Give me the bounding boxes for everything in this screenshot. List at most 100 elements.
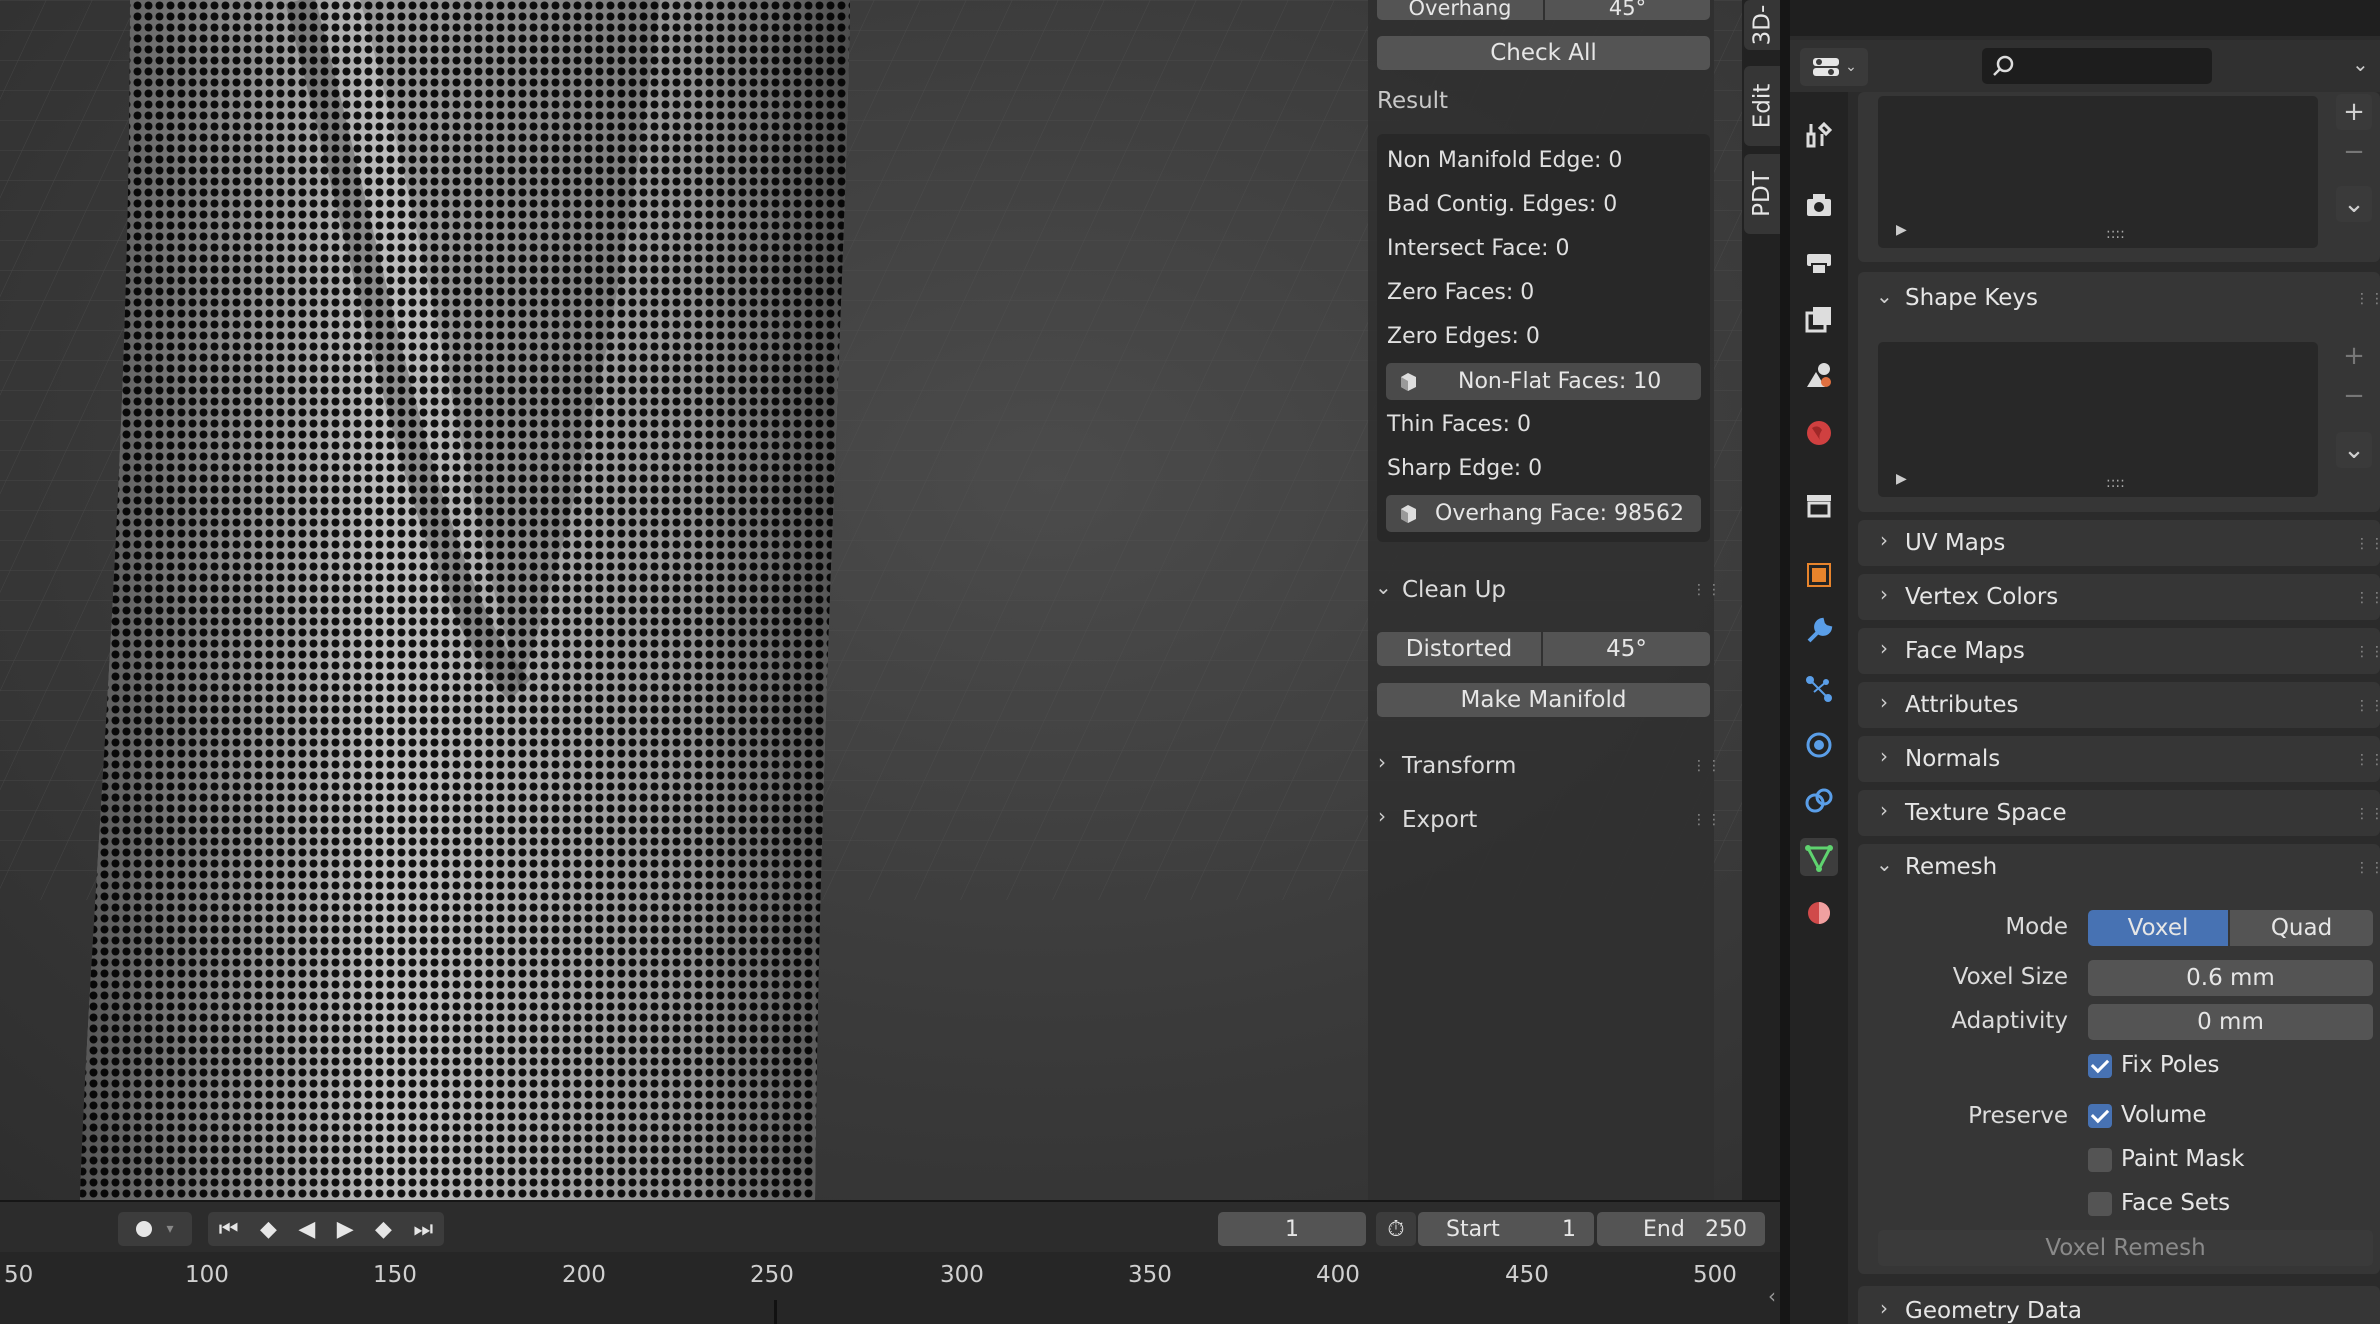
mode-quad-button[interactable]: Quad bbox=[2230, 910, 2373, 946]
make-manifold-button[interactable]: Make Manifold bbox=[1377, 683, 1710, 717]
resize-handle-icon[interactable]: :::: bbox=[2106, 475, 2125, 491]
overhang-face-label: Overhang Face: 98562 bbox=[1435, 501, 1684, 526]
drag-handle-icon[interactable]: ⋮⋮ bbox=[1692, 758, 1722, 774]
overhang-label-button[interactable]: Overhang bbox=[1377, 0, 1543, 20]
tab-constraints[interactable] bbox=[1800, 782, 1838, 820]
volume-label[interactable]: Volume bbox=[2121, 1102, 2207, 1128]
play-reverse-icon[interactable]: ◀ bbox=[298, 1217, 315, 1242]
fix-poles-label[interactable]: Fix Poles bbox=[2121, 1052, 2220, 1078]
drag-handle-icon[interactable]: ⋮⋮ bbox=[2355, 860, 2380, 876]
tab-render[interactable] bbox=[1800, 186, 1838, 224]
jump-start-icon[interactable]: ⏮ bbox=[219, 1217, 239, 1242]
paint-mask-label[interactable]: Paint Mask bbox=[2121, 1146, 2244, 1172]
timeline-tick-label: 400 bbox=[1316, 1262, 1360, 1288]
vertex-colors-header[interactable]: Vertex Colors bbox=[1905, 584, 2058, 610]
non-flat-faces-button[interactable]: Non-Flat Faces: 10 bbox=[1386, 363, 1701, 400]
drag-handle-icon[interactable]: ⋮⋮ bbox=[2355, 644, 2380, 660]
distorted-angle-field[interactable]: 45° bbox=[1543, 632, 1710, 666]
remove-icon[interactable]: − bbox=[2336, 378, 2372, 414]
chevron-left-icon[interactable]: ‹ bbox=[1768, 1284, 1776, 1308]
drag-handle-icon[interactable]: ⋮⋮ bbox=[2355, 806, 2380, 822]
remesh-header[interactable]: Remesh bbox=[1905, 854, 1997, 880]
tab-pdt[interactable]: PDT bbox=[1744, 154, 1780, 234]
tab-physics[interactable] bbox=[1800, 726, 1838, 764]
chevron-down-icon: ⌄ bbox=[1845, 59, 1857, 75]
drag-handle-icon[interactable]: ⋮⋮ bbox=[2355, 291, 2380, 307]
tab-output[interactable] bbox=[1800, 244, 1838, 282]
editor-type-button[interactable]: ⌄ bbox=[1800, 48, 1868, 86]
drag-handle-icon[interactable]: ⋮⋮ bbox=[2355, 536, 2380, 552]
tab-mesh-data[interactable] bbox=[1800, 838, 1838, 876]
check-all-button[interactable]: Check All bbox=[1377, 36, 1710, 70]
mesh-data-icon bbox=[1805, 845, 1833, 872]
clean-up-header[interactable]: Clean Up bbox=[1402, 577, 1506, 603]
tab-tool[interactable] bbox=[1800, 116, 1838, 154]
add-icon[interactable]: + bbox=[2336, 338, 2372, 374]
chevron-down-icon[interactable]: ⌄ bbox=[2352, 52, 2369, 76]
adaptivity-field[interactable]: 0 mm bbox=[2088, 1004, 2373, 1040]
start-frame-field[interactable]: Start 1 bbox=[1418, 1212, 1594, 1246]
tool-icon bbox=[1806, 121, 1833, 148]
tab-view-layer[interactable] bbox=[1800, 300, 1838, 338]
tab-modifiers[interactable] bbox=[1800, 612, 1838, 650]
drag-handle-icon[interactable]: ⋮⋮ bbox=[1692, 812, 1722, 828]
play-icon[interactable]: ▶ bbox=[337, 1217, 354, 1242]
timeline-tick-label: 300 bbox=[940, 1262, 984, 1288]
record-button[interactable]: ▾ bbox=[118, 1212, 192, 1246]
tab-collection[interactable] bbox=[1800, 486, 1838, 524]
fix-poles-checkbox[interactable] bbox=[2088, 1054, 2112, 1078]
result-intersect: Intersect Face: 0 bbox=[1387, 236, 1570, 261]
voxel-size-field[interactable]: 0.6 mm bbox=[2088, 960, 2373, 996]
area-separator[interactable] bbox=[1780, 0, 1790, 1324]
tab-world[interactable] bbox=[1800, 414, 1838, 452]
shape-keys-list[interactable]: ▶ :::: bbox=[1878, 342, 2318, 497]
resize-handle-icon[interactable]: :::: bbox=[2106, 226, 2125, 242]
jump-end-icon[interactable]: ⏭ bbox=[413, 1217, 433, 1242]
attributes-header[interactable]: Attributes bbox=[1905, 692, 2019, 718]
next-keyframe-icon[interactable]: ◆ bbox=[375, 1217, 392, 1242]
tab-object[interactable] bbox=[1800, 556, 1838, 594]
distorted-button[interactable]: Distorted bbox=[1377, 632, 1541, 666]
uv-maps-header[interactable]: UV Maps bbox=[1905, 530, 2005, 556]
vertex-groups-list[interactable]: ▶ :::: bbox=[1878, 96, 2318, 248]
paint-mask-checkbox[interactable] bbox=[2088, 1148, 2112, 1172]
play-triangle-icon: ▶ bbox=[1896, 471, 1907, 487]
mode-voxel-button[interactable]: Voxel bbox=[2088, 910, 2228, 946]
drag-handle-icon[interactable]: ⋮⋮ bbox=[2355, 590, 2380, 606]
tab-scene[interactable] bbox=[1800, 356, 1838, 394]
tab-edit[interactable]: Edit bbox=[1744, 66, 1780, 146]
chevron-down-icon[interactable]: ⌄ bbox=[2336, 432, 2372, 468]
drag-handle-icon[interactable]: ⋮⋮ bbox=[1692, 582, 1722, 598]
constraints-icon bbox=[1805, 788, 1833, 813]
add-icon[interactable]: + bbox=[2336, 94, 2372, 130]
chevron-down-icon: ▾ bbox=[166, 1221, 174, 1237]
normals-header[interactable]: Normals bbox=[1905, 746, 2000, 772]
texture-space-header[interactable]: Texture Space bbox=[1905, 800, 2067, 826]
tab-3d-print[interactable]: 3D- bbox=[1744, 0, 1780, 50]
overhang-angle-field[interactable]: 45° bbox=[1545, 0, 1710, 20]
transform-header[interactable]: Transform bbox=[1402, 753, 1516, 779]
remove-icon[interactable]: − bbox=[2336, 134, 2372, 170]
face-maps-header[interactable]: Face Maps bbox=[1905, 638, 2025, 664]
export-header[interactable]: Export bbox=[1402, 807, 1477, 833]
search-input[interactable] bbox=[1982, 48, 2212, 84]
drag-handle-icon[interactable]: ⋮⋮ bbox=[2355, 752, 2380, 768]
volume-checkbox[interactable] bbox=[2088, 1104, 2112, 1128]
voxel-remesh-button[interactable]: Voxel Remesh bbox=[1878, 1230, 2373, 1266]
current-frame-field[interactable]: 1 bbox=[1218, 1212, 1366, 1246]
shape-keys-header[interactable]: Shape Keys bbox=[1905, 285, 2038, 311]
face-sets-label[interactable]: Face Sets bbox=[2121, 1190, 2230, 1216]
tab-material[interactable] bbox=[1800, 894, 1838, 932]
timeline-tick-label: 150 bbox=[373, 1262, 417, 1288]
overhang-face-button[interactable]: Overhang Face: 98562 bbox=[1386, 495, 1701, 532]
stopwatch-icon[interactable]: ⏱ bbox=[1376, 1212, 1416, 1246]
tab-particles[interactable] bbox=[1800, 670, 1838, 708]
chevron-down-icon[interactable]: ⌄ bbox=[2336, 186, 2372, 222]
chevron-down-icon: ⌄ bbox=[1375, 575, 1392, 599]
drag-handle-icon[interactable]: ⋮⋮ bbox=[2355, 698, 2380, 714]
end-frame-field[interactable]: End 250 bbox=[1597, 1212, 1765, 1246]
face-sets-checkbox[interactable] bbox=[2088, 1192, 2112, 1216]
prev-keyframe-icon[interactable]: ◆ bbox=[260, 1217, 277, 1242]
geometry-data-header[interactable]: Geometry Data bbox=[1905, 1298, 2082, 1324]
chevron-right-icon: › bbox=[1880, 744, 1888, 768]
